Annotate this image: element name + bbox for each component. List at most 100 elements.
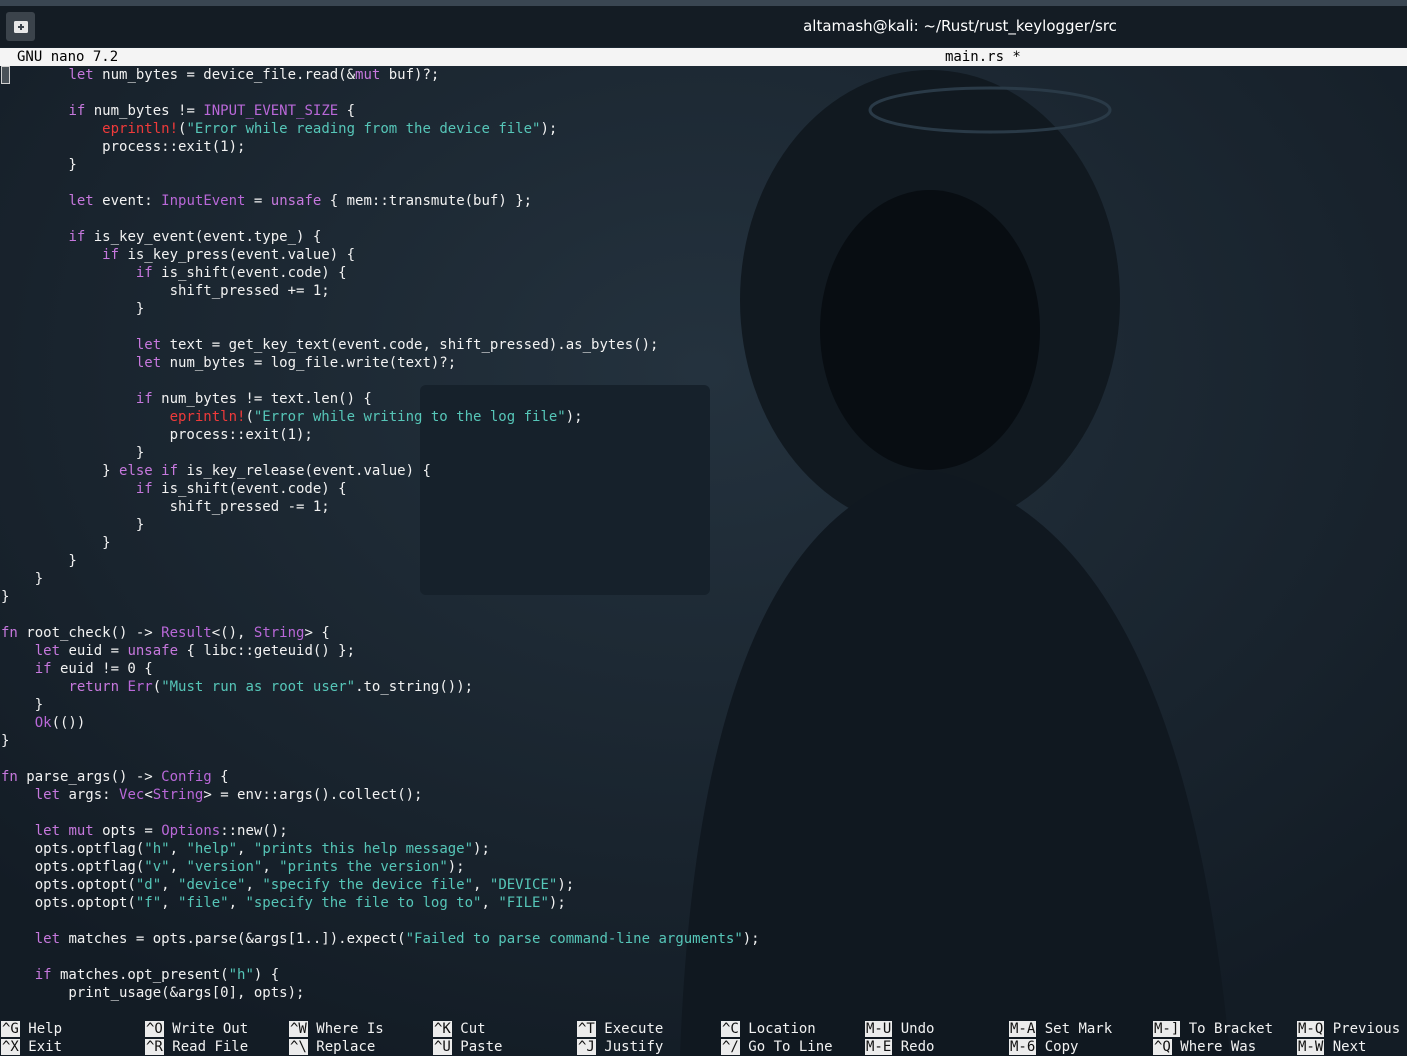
- shortcut-paste[interactable]: ^U Paste: [433, 1038, 502, 1056]
- shortcut-label: Redo: [900, 1039, 935, 1055]
- shortcut-key: M-U: [865, 1021, 893, 1037]
- code-line: process::exit(1);: [1, 427, 313, 443]
- window-title: altamash@kali: ~/Rust/rust_keylogger/src: [803, 17, 1117, 35]
- code-line: if is_shift(event.code) {: [135, 265, 347, 281]
- code-line: ​: [1, 210, 1401, 228]
- shortcut-replace[interactable]: ^\ Replace: [289, 1038, 375, 1056]
- shortcut-copy[interactable]: M-6 Copy: [1009, 1038, 1078, 1056]
- code-line: ​: [1, 84, 1401, 102]
- shortcut-set-mark[interactable]: M-A Set Mark: [1009, 1020, 1112, 1038]
- code-line: process::exit(1);: [1, 139, 246, 155]
- shortcut-exit[interactable]: ^X Exit: [1, 1038, 62, 1056]
- code-line: }: [1, 517, 145, 533]
- shortcut-key: ^U: [433, 1039, 452, 1055]
- shortcut-label: Go To Line: [748, 1039, 833, 1055]
- shortcut-label: Justify: [604, 1039, 664, 1055]
- shortcut-read-file[interactable]: ^R Read File: [145, 1038, 248, 1056]
- shortcut-label: Execute: [604, 1021, 664, 1037]
- code-line: if is_shift(event.code) {: [135, 481, 347, 497]
- shortcut-label: Replace: [316, 1039, 376, 1055]
- code-line: let matches = opts.parse(&args[1..]).exp…: [34, 931, 760, 947]
- shortcut-to-bracket[interactable]: M-] To Bracket: [1153, 1020, 1273, 1038]
- shortcut-label: To Bracket: [1188, 1021, 1274, 1037]
- code-line: ​: [1, 606, 1401, 624]
- shortcut-label: Previous: [1332, 1021, 1401, 1037]
- code-line: Ok(()): [34, 715, 86, 731]
- shortcut-label: Exit: [28, 1039, 63, 1055]
- code-line: ​: [1, 804, 1401, 822]
- shortcut-write-out[interactable]: ^O Write Out: [145, 1020, 248, 1038]
- shortcut-help[interactable]: ^G Help: [1, 1020, 62, 1038]
- shortcut-label: Cut: [460, 1021, 486, 1037]
- code-line: opts.optopt("d", "device", "specify the …: [1, 877, 575, 893]
- code-line: if is_key_press(event.value) {: [102, 247, 356, 263]
- shortcut-go-to-line[interactable]: ^/ Go To Line: [721, 1038, 833, 1056]
- shortcut-key: M-6: [1009, 1039, 1037, 1055]
- shortcut-label: Location: [748, 1021, 816, 1037]
- code-line: print_usage(&args[0], opts);: [1, 985, 305, 1001]
- code-line: if num_bytes != text.len() {: [135, 391, 372, 407]
- shortcut-label: Help: [28, 1021, 63, 1037]
- shortcut-key: ^R: [145, 1039, 164, 1055]
- code-line: }: [1, 157, 77, 173]
- code-line: ​: [1, 948, 1401, 966]
- shortcut-key: ^O: [145, 1021, 164, 1037]
- code-line: if num_bytes != INPUT_EVENT_SIZE {: [68, 103, 356, 119]
- code-line: let args: Vec<String> = env::args().coll…: [34, 787, 423, 803]
- code-line: let event: InputEvent = unsafe { mem::tr…: [68, 193, 533, 209]
- new-tab-button[interactable]: [6, 12, 35, 41]
- new-tab-icon: [13, 20, 28, 33]
- code-line: let mut opts = Options::new();: [34, 823, 288, 839]
- shortcut-key: M-A: [1009, 1021, 1037, 1037]
- shortcut-key: ^T: [577, 1021, 596, 1037]
- shortcut-key: ^X: [1, 1039, 20, 1055]
- code-line: }: [1, 571, 44, 587]
- shortcut-key: ^W: [289, 1021, 308, 1037]
- code-editor[interactable]: let num_bytes = device_file.read(&mut bu…: [1, 66, 1401, 1012]
- shortcut-next[interactable]: M-W Next: [1297, 1038, 1366, 1056]
- text-cursor: [1, 66, 10, 84]
- nano-header: GNU nano 7.2 main.rs *: [0, 48, 1407, 66]
- code-line: ​: [1, 174, 1401, 192]
- shortcut-undo[interactable]: M-U Undo: [865, 1020, 934, 1038]
- code-line: }: [1, 553, 77, 569]
- code-line: ​: [1, 750, 1401, 768]
- shortcut-justify[interactable]: ^J Justify: [577, 1038, 663, 1056]
- shortcut-where-was[interactable]: ^Q Where Was: [1153, 1038, 1256, 1056]
- code-line: shift_pressed += 1;: [1, 283, 330, 299]
- shortcut-label: Set Mark: [1044, 1021, 1113, 1037]
- code-line: let euid = unsafe { libc::geteuid() };: [34, 643, 356, 659]
- shortcut-where-is[interactable]: ^W Where Is: [289, 1020, 384, 1038]
- shortcut-key: ^Q: [1153, 1039, 1172, 1055]
- shortcut-location[interactable]: ^C Location: [721, 1020, 816, 1038]
- code-line: ​: [1, 912, 1401, 930]
- shortcut-key: M-Q: [1297, 1021, 1325, 1037]
- shortcut-label: Write Out: [172, 1021, 249, 1037]
- shortcut-key: ^G: [1, 1021, 20, 1037]
- code-line: } else if is_key_release(event.value) {: [1, 463, 431, 479]
- shortcut-key: M-E: [865, 1039, 893, 1055]
- code-line: let num_bytes = device_file.read(&mut bu…: [68, 67, 440, 83]
- shortcut-key: ^K: [433, 1021, 452, 1037]
- shortcut-label: Where Was: [1180, 1039, 1257, 1055]
- code-line: ​: [1, 372, 1401, 390]
- shortcut-label: Next: [1332, 1039, 1367, 1055]
- shortcut-key: M-]: [1153, 1021, 1181, 1037]
- terminal-titlebar: altamash@kali: ~/Rust/rust_keylogger/src: [0, 6, 1407, 47]
- code-line: let text = get_key_text(event.code, shif…: [135, 337, 659, 353]
- code-line: return Err("Must run as root user".to_st…: [68, 679, 474, 695]
- shortcut-key: ^/: [721, 1039, 740, 1055]
- nano-version: GNU nano 7.2: [17, 49, 119, 65]
- shortcut-key: ^C: [721, 1021, 740, 1037]
- code-line: let num_bytes = log_file.write(text)?;: [135, 355, 457, 371]
- shortcut-redo[interactable]: M-E Redo: [865, 1038, 934, 1056]
- shortcut-previous[interactable]: M-Q Previous: [1297, 1020, 1400, 1038]
- shortcut-label: Undo: [900, 1021, 935, 1037]
- shortcut-key: ^\: [289, 1039, 308, 1055]
- shortcut-cut[interactable]: ^K Cut: [433, 1020, 486, 1038]
- code-line: shift_pressed -= 1;: [1, 499, 330, 515]
- code-line: opts.optflag("h", "help", "prints this h…: [1, 841, 490, 857]
- shortcut-execute[interactable]: ^T Execute: [577, 1020, 663, 1038]
- code-line: }: [1, 733, 10, 749]
- shortcut-key: M-W: [1297, 1039, 1325, 1055]
